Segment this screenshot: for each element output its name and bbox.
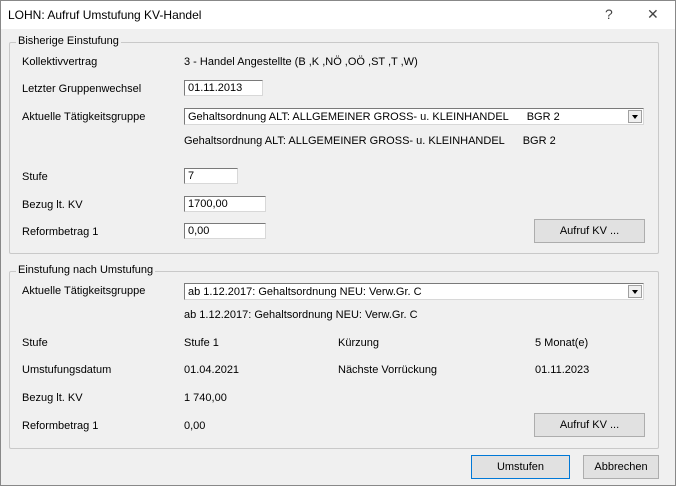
taetigkeitsgruppe-select[interactable]: Gehaltsordnung ALT: ALLGEMEINER GROSS- u… [184,108,644,125]
neue-taetigkeitsgruppe-select[interactable]: ab 1.12.2017: Gehaltsordnung NEU: Verw.G… [184,283,644,300]
naechste-vorrueckung-label: Nächste Vorrückung [338,364,438,376]
neue-stufe-value: Stufe 1 [184,337,219,349]
umstufungsdatum-value: 01.04.2021 [184,364,240,376]
kuerzung-label: Kürzung [338,337,379,349]
abbrechen-button[interactable]: Abbrechen [583,455,659,479]
group-legend: Bisherige Einstufung [16,35,121,47]
neue-taetigkeitsgruppe-description: ab 1.12.2017: Gehaltsordnung NEU: Verw.G… [184,309,418,321]
letzter-gruppenwechsel-field[interactable]: 01.11.2013 [184,80,263,96]
bezug-label: Bezug lt. KV [22,199,83,211]
select-value: ab 1.12.2017: Gehaltsordnung NEU: Verw.G… [188,286,422,298]
neuer-bezug-label: Bezug lt. KV [22,392,83,404]
title-bar: LOHN: Aufruf Umstufung KV-Handel ? ✕ [1,1,675,29]
neue-taetigkeitsgruppe-label: Aktuelle Tätigkeitsgruppe [22,285,146,297]
kollektivvertrag-label: Kollektivvertrag [22,56,98,68]
kuerzung-value: 5 Monat(e) [535,337,589,349]
stufe-label: Stufe [22,171,48,183]
letzter-gruppenwechsel-label: Letzter Gruppenwechsel [22,83,142,95]
group-legend: Einstufung nach Umstufung [16,264,156,276]
select-value: Gehaltsordnung ALT: ALLGEMEINER GROSS- u… [188,111,560,123]
bezug-field[interactable]: 1700,00 [184,196,266,212]
close-icon[interactable]: ✕ [647,6,659,22]
reformbetrag-field[interactable]: 0,00 [184,223,266,239]
dialog-window: LOHN: Aufruf Umstufung KV-Handel ? ✕ Bis… [0,0,676,486]
taetigkeitsgruppe-label: Aktuelle Tätigkeitsgruppe [22,111,146,123]
chevron-down-icon[interactable] [628,110,642,123]
neue-stufe-label: Stufe [22,337,48,349]
kollektivvertrag-value: 3 - Handel Angestellte (B ,K ,NÖ ,OÖ ,ST… [184,56,418,68]
umstufen-button[interactable]: Umstufen [471,455,570,479]
stufe-field[interactable]: 7 [184,168,238,184]
window-title: LOHN: Aufruf Umstufung KV-Handel [8,8,202,22]
neuer-reformbetrag-value: 0,00 [184,420,206,432]
aufruf-kv-button-2[interactable]: Aufruf KV ... [534,413,645,437]
help-button[interactable]: ? [605,6,613,22]
taetigkeitsgruppe-description: Gehaltsordnung ALT: ALLGEMEINER GROSS- u… [184,135,556,147]
umstufungsdatum-label: Umstufungsdatum [22,364,112,376]
naechste-vorrueckung-value: 01.11.2023 [535,364,590,376]
neuer-reformbetrag-label: Reformbetrag 1 [22,420,99,432]
reformbetrag-label: Reformbetrag 1 [22,226,99,238]
chevron-down-icon[interactable] [628,285,642,298]
aufruf-kv-button[interactable]: Aufruf KV ... [534,219,645,243]
neuer-bezug-value: 1 740,00 [184,392,227,404]
